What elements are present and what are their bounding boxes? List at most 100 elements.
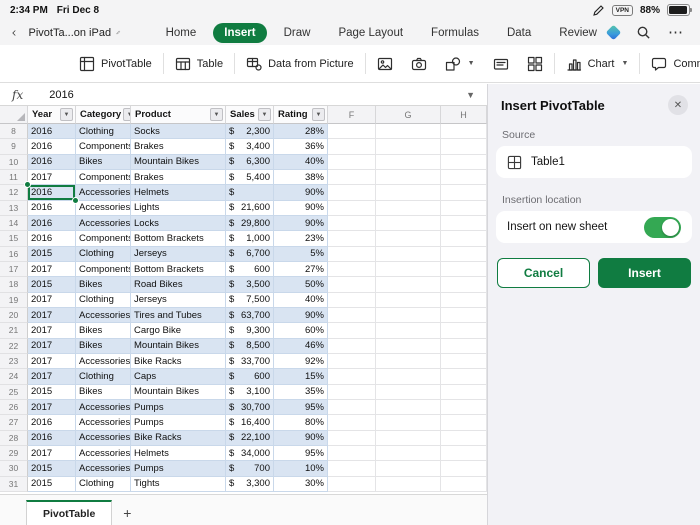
cell-product-16[interactable]: Jerseys (131, 246, 226, 262)
cell-G-24[interactable] (376, 369, 441, 385)
row-header-13[interactable]: 13 (0, 200, 28, 216)
tab-review[interactable]: Review (548, 23, 608, 43)
cell-year-12[interactable]: 2016 (24, 181, 79, 204)
cell-product-21[interactable]: Cargo Bike (131, 323, 226, 339)
cell-sales-26[interactable]: $30,700 (226, 399, 274, 416)
cell-F-19[interactable] (328, 292, 376, 308)
copilot-icon[interactable] (605, 24, 622, 41)
row-header-10[interactable]: 10 (0, 154, 28, 170)
cell-H-9[interactable] (441, 139, 487, 155)
cell-sales-8[interactable]: $2,300 (226, 124, 274, 140)
cell-product-28[interactable]: Bike Racks (131, 430, 226, 446)
cell-category-30[interactable]: Accessories (76, 461, 131, 477)
cell-sales-15[interactable]: $1,000 (226, 231, 274, 247)
cell-H-30[interactable] (441, 461, 487, 477)
cell-category-11[interactable]: Components (76, 169, 131, 186)
cell-product-27[interactable]: Pumps (131, 415, 226, 431)
cell-H-15[interactable] (441, 231, 487, 247)
cell-product-14[interactable]: Locks (131, 215, 226, 232)
cell-H-25[interactable] (441, 384, 487, 400)
cell-product-9[interactable]: Brakes (131, 139, 226, 155)
filter-dropdown-icon[interactable]: ▼ (258, 108, 271, 121)
cell-sales-10[interactable]: $6,300 (226, 154, 274, 170)
cell-H-21[interactable] (441, 323, 487, 339)
cell-product-31[interactable]: Tights (131, 476, 226, 492)
cell-rating-16[interactable]: 5% (274, 246, 328, 262)
close-icon[interactable]: ✕ (668, 95, 688, 115)
cell-year-26[interactable]: 2017 (28, 399, 76, 416)
cell-category-20[interactable]: Accessories (76, 307, 131, 324)
row-header-9[interactable]: 9 (0, 139, 28, 155)
cell-rating-18[interactable]: 50% (274, 277, 328, 293)
row-header-28[interactable]: 28 (0, 430, 28, 446)
tab-insert[interactable]: Insert (213, 22, 267, 43)
filter-dropdown-icon[interactable]: ▼ (210, 108, 223, 121)
cell-F-13[interactable] (328, 200, 376, 216)
cell-G-27[interactable] (376, 415, 441, 431)
cell-H-20[interactable] (441, 307, 487, 324)
cell-G-15[interactable] (376, 231, 441, 247)
cell-H-13[interactable] (441, 200, 487, 216)
filter-dropdown-icon[interactable]: ▼ (312, 108, 325, 121)
cell-year-17[interactable]: 2017 (28, 261, 76, 278)
source-card[interactable]: Table1 (496, 146, 692, 178)
row-header-17[interactable]: 17 (0, 261, 28, 278)
cell-product-17[interactable]: Bottom Brackets (131, 261, 226, 278)
cell-rating-9[interactable]: 36% (274, 139, 328, 155)
cell-category-28[interactable]: Accessories (76, 430, 131, 446)
cell-year-27[interactable]: 2016 (28, 415, 76, 431)
cell-F-9[interactable] (328, 139, 376, 155)
cell-category-15[interactable]: Components (76, 231, 131, 247)
cell-year-21[interactable]: 2017 (28, 323, 76, 339)
cell-rating-19[interactable]: 40% (274, 292, 328, 308)
cell-year-15[interactable]: 2016 (28, 231, 76, 247)
tab-formulas[interactable]: Formulas (420, 23, 490, 43)
insert-button[interactable]: Insert (598, 258, 691, 288)
cell-sales-21[interactable]: $9,300 (226, 323, 274, 339)
cell-F-30[interactable] (328, 461, 376, 477)
chart-button[interactable]: Chart ▼ (557, 45, 638, 82)
cell-F-22[interactable] (328, 338, 376, 354)
cell-G-29[interactable] (376, 445, 441, 462)
cell-product-15[interactable]: Bottom Brackets (131, 231, 226, 247)
cell-H-31[interactable] (441, 476, 487, 492)
cell-F-29[interactable] (328, 445, 376, 462)
cell-category-17[interactable]: Components (76, 261, 131, 278)
cell-G-9[interactable] (376, 139, 441, 155)
cell-year-16[interactable]: 2015 (28, 246, 76, 262)
cell-product-11[interactable]: Brakes (131, 169, 226, 186)
search-icon[interactable] (636, 25, 651, 40)
shapes-button[interactable]: ▼ (436, 45, 484, 82)
cell-rating-29[interactable]: 95% (274, 445, 328, 462)
row-header-12[interactable]: 12 (0, 185, 28, 201)
cell-product-18[interactable]: Road Bikes (131, 277, 226, 293)
table-header-year[interactable]: Year ▼ (28, 106, 76, 124)
pivottable-button[interactable]: PivotTable (70, 45, 161, 82)
cell-sales-14[interactable]: $29,800 (226, 215, 274, 232)
column-header-G[interactable]: G (376, 106, 441, 124)
cell-G-22[interactable] (376, 338, 441, 354)
table-header-product[interactable]: Product ▼ (131, 106, 226, 124)
row-header-25[interactable]: 25 (0, 384, 28, 400)
row-header-20[interactable]: 20 (0, 307, 28, 324)
cell-category-26[interactable]: Accessories (76, 399, 131, 416)
cell-F-26[interactable] (328, 399, 376, 416)
cell-sales-20[interactable]: $63,700 (226, 307, 274, 324)
cell-G-23[interactable] (376, 353, 441, 370)
cell-sales-30[interactable]: $700 (226, 461, 274, 477)
cell-category-8[interactable]: Clothing (76, 124, 131, 140)
text-box-button[interactable] (484, 45, 518, 82)
cell-F-21[interactable] (328, 323, 376, 339)
cell-year-19[interactable]: 2017 (28, 292, 76, 308)
cell-H-10[interactable] (441, 154, 487, 170)
selection-handle[interactable] (72, 196, 79, 204)
cell-sales-31[interactable]: $3,300 (226, 476, 274, 492)
cell-G-13[interactable] (376, 200, 441, 216)
cell-G-12[interactable] (376, 185, 441, 201)
cell-G-16[interactable] (376, 246, 441, 262)
cell-F-18[interactable] (328, 277, 376, 293)
cell-product-29[interactable]: Helmets (131, 445, 226, 462)
cell-sales-17[interactable]: $600 (226, 261, 274, 278)
table-header-rating[interactable]: Rating ▼ (274, 106, 328, 124)
cell-product-19[interactable]: Jerseys (131, 292, 226, 308)
